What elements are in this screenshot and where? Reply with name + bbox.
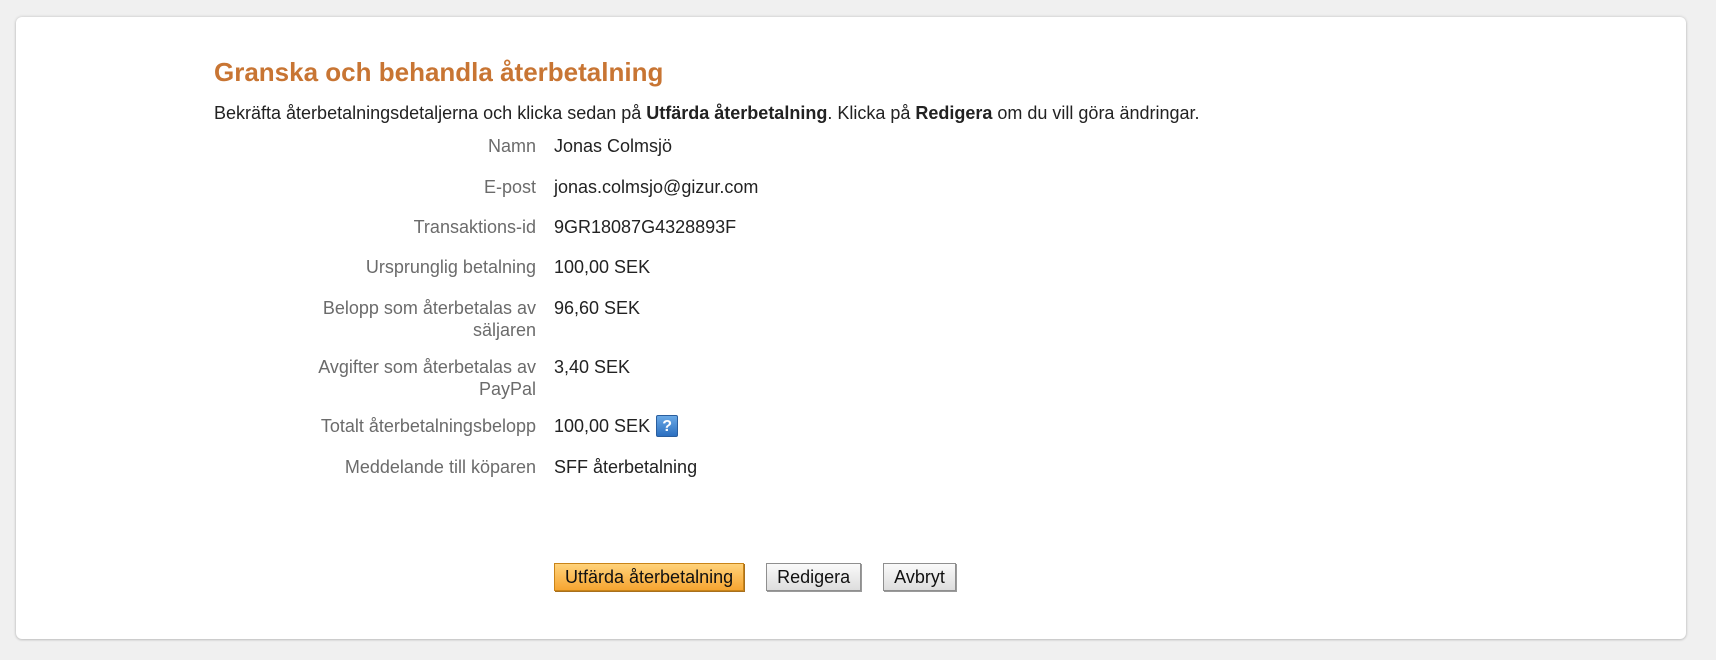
action-buttons: Utfärda återbetalning Redigera Avbryt [554, 563, 956, 591]
instructions-bold-issue: Utfärda återbetalning [646, 103, 828, 123]
instructions-bold-edit: Redigera [915, 103, 993, 123]
instructions-part-2: . Klicka på [827, 103, 916, 123]
detail-value-email: jonas.colmsjo@gizur.com [554, 177, 759, 197]
detail-label-buyer-message: Meddelande till köparen [344, 457, 536, 477]
page-title: Granska och behandla återbetalning [214, 57, 664, 87]
detail-value-transaction-id: 9GR18087G4328893F [554, 217, 737, 237]
instructions-part-3: om du vill göra ändringar. [992, 103, 1200, 123]
detail-label-seller-refund: Belopp som återbetalas av säljaren [322, 298, 536, 340]
detail-value-name: Jonas Colmsjö [554, 136, 673, 156]
issue-refund-button[interactable]: Utfärda återbetalning [554, 563, 745, 591]
instructions-text: Bekräfta återbetalningsdetaljerna och kl… [214, 103, 1200, 124]
detail-value-original-payment: 100,00 SEK [554, 257, 651, 277]
detail-label-paypal-fees: Avgifter som återbetalas av PayPal [318, 357, 536, 399]
detail-value-buyer-message: SFF återbetalning [554, 457, 698, 477]
detail-value-seller-refund: 96,60 SEK [554, 298, 641, 318]
cancel-button[interactable]: Avbryt [883, 563, 956, 591]
detail-label-transaction-id: Transaktions-id [413, 217, 536, 237]
detail-label-total-refund: Totalt återbetalningsbelopp [320, 416, 536, 436]
detail-label-name: Namn [487, 136, 536, 156]
detail-value-total-refund: 100,00 SEK [554, 416, 651, 436]
edit-button[interactable]: Redigera [766, 563, 862, 591]
detail-value-total-refund-wrap: 100,00 SEK ? [554, 415, 679, 437]
detail-label-email: E-post [483, 177, 536, 197]
detail-label-original-payment: Ursprunglig betalning [365, 257, 536, 277]
instructions-part-1: Bekräfta återbetalningsdetaljerna och kl… [214, 103, 647, 123]
question-mark-icon[interactable]: ? [656, 415, 679, 437]
refund-review-panel: Granska och behandla återbetalning Bekrä… [16, 17, 1686, 639]
detail-value-paypal-fees: 3,40 SEK [554, 357, 631, 377]
